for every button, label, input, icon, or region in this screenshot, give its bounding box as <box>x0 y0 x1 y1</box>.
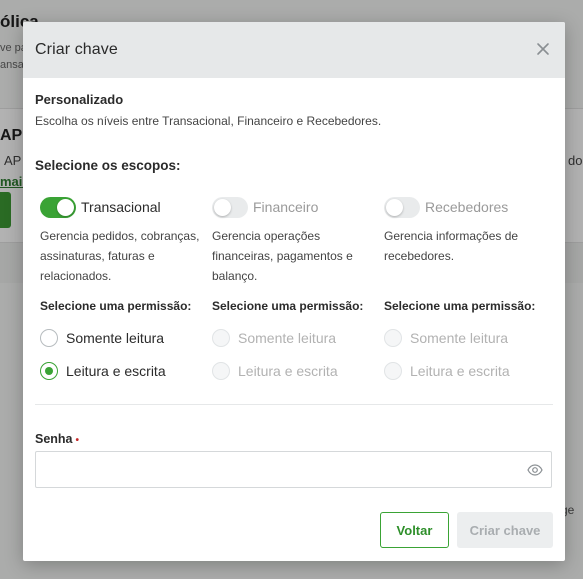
modal-header: Criar chave <box>23 22 565 78</box>
back-button[interactable]: Voltar <box>380 512 449 548</box>
radio-label[interactable]: Somente leitura <box>238 330 336 346</box>
scope-transacional: Transacional Gerencia pedidos, cobranças… <box>40 196 212 286</box>
divider <box>35 404 553 405</box>
radio-label[interactable]: Leitura e escrita <box>66 363 166 379</box>
toggle-knob <box>57 198 74 216</box>
section-description: Escolha os níveis entre Transacional, Fi… <box>35 114 382 128</box>
radio-label[interactable]: Leitura e escrita <box>410 363 510 379</box>
eye-icon[interactable] <box>527 463 543 477</box>
radio-button[interactable] <box>384 329 402 347</box>
scope-description: Gerencia informações de recebedores. <box>384 229 519 263</box>
radio-read-write-financeiro[interactable]: Leitura e escrita <box>212 361 338 381</box>
password-input[interactable] <box>36 452 516 487</box>
toggle-switch-recebedores[interactable] <box>384 196 420 218</box>
modal-title: Criar chave <box>35 41 118 58</box>
toggle-row[interactable]: Recebedores <box>384 196 556 218</box>
toggle-knob <box>214 198 231 216</box>
radio-label[interactable]: Somente leitura <box>66 330 164 346</box>
toggle-label[interactable]: Transacional <box>81 199 161 215</box>
scope-financeiro: Financeiro Gerencia operações financeira… <box>212 196 384 286</box>
radio-button[interactable] <box>384 362 402 380</box>
close-icon[interactable] <box>533 39 553 59</box>
radio-button[interactable] <box>40 329 58 347</box>
permission-title-recebedores: Selecione uma permissão: <box>384 299 536 313</box>
radio-read-write-recebedores[interactable]: Leitura e escrita <box>384 361 510 381</box>
radio-read-only-transacional[interactable]: Somente leitura <box>40 328 164 348</box>
required-indicator: • <box>75 435 80 446</box>
scope-description: Gerencia operações financeiras, pagament… <box>212 229 353 283</box>
password-label-text: Senha <box>35 432 73 446</box>
password-field[interactable] <box>35 451 552 488</box>
password-label: Senha • <box>35 432 79 446</box>
radio-read-only-recebedores[interactable]: Somente leitura <box>384 328 508 348</box>
create-key-button[interactable]: Criar chave <box>457 512 553 548</box>
radio-button[interactable] <box>212 329 230 347</box>
permission-title-transacional: Selecione uma permissão: <box>40 299 192 313</box>
toggle-label[interactable]: Financeiro <box>253 199 318 215</box>
scope-recebedores: Recebedores Gerencia informações de rece… <box>384 196 556 266</box>
radio-label[interactable]: Leitura e escrita <box>238 363 338 379</box>
scope-description: Gerencia pedidos, cobranças, assinaturas… <box>40 229 200 283</box>
radio-read-write-transacional[interactable]: Leitura e escrita <box>40 361 166 381</box>
toggle-label[interactable]: Recebedores <box>425 199 508 215</box>
scopes-title: Selecione os escopos: <box>35 158 181 173</box>
toggle-switch-transacional[interactable] <box>40 196 76 218</box>
radio-label[interactable]: Somente leitura <box>410 330 508 346</box>
toggle-knob <box>386 198 403 216</box>
radio-button[interactable] <box>212 362 230 380</box>
toggle-switch-financeiro[interactable] <box>212 196 248 218</box>
permission-title-financeiro: Selecione uma permissão: <box>212 299 364 313</box>
radio-read-only-financeiro[interactable]: Somente leitura <box>212 328 336 348</box>
section-title: Personalizado <box>35 92 124 107</box>
radio-button-selected[interactable] <box>40 362 58 380</box>
toggle-row[interactable]: Transacional <box>40 196 212 218</box>
create-key-modal: Criar chave Personalizado Escolha os nív… <box>23 22 565 561</box>
toggle-row[interactable]: Financeiro <box>212 196 384 218</box>
